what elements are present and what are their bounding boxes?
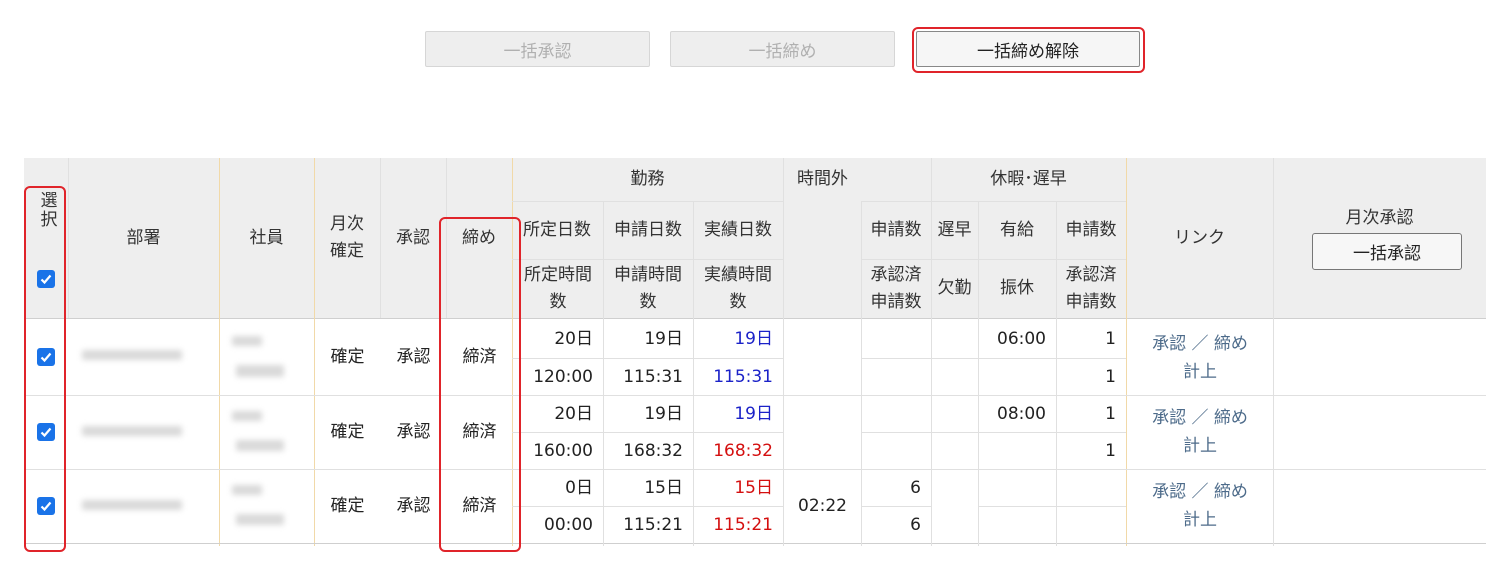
actual-hours: 168:32 (694, 433, 783, 469)
applied-hours: 115:21 (604, 507, 693, 543)
row-select-checkbox[interactable] (37, 423, 55, 441)
monthly-confirm-status: 確定 (315, 319, 380, 395)
bulk-approve-button[interactable]: 一括承認 (425, 31, 650, 67)
header-lv-applications: 申請数 (1065, 219, 1117, 240)
header-monthly-approval: 月次承認 (1345, 208, 1414, 228)
header-applied-days: 申請日数 (614, 219, 682, 240)
leave-approved-applications: 1 (1057, 433, 1126, 469)
close-link[interactable]: 締め (1214, 482, 1248, 502)
row-links: 承認 ／ 締め 計上 (1127, 478, 1273, 534)
applied-hours: 168:32 (604, 433, 693, 469)
select-all-checkbox[interactable] (37, 270, 55, 288)
header-scheduled-days: 所定日数 (523, 219, 591, 240)
header-applied-hours: 申請時間数 (614, 264, 682, 312)
row-links: 承認 ／ 締め 計上 (1127, 330, 1273, 386)
leave-applications: 1 (1057, 321, 1126, 358)
row-links: 承認 ／ 締め 計上 (1127, 404, 1273, 460)
post-link[interactable]: 計上 (1183, 362, 1217, 382)
row-select-checkbox[interactable] (37, 497, 55, 515)
header-work: 勤務 (630, 169, 665, 189)
overtime-applications: 6 (862, 470, 931, 506)
department-name-blurred (82, 350, 182, 360)
employee-name-blurred (232, 411, 262, 421)
header-select: 選択 (36, 191, 57, 229)
header-monthly-confirm: 月次確定 (330, 214, 364, 261)
post-link[interactable]: 計上 (1183, 436, 1217, 456)
approve-link[interactable]: 承認 (1152, 482, 1186, 502)
monthly-confirm-status: 確定 (315, 470, 380, 543)
bulk-close-release-button[interactable]: 一括締め解除 (916, 31, 1140, 67)
approval-status: 承認 (381, 396, 446, 469)
overtime-value: 02:22 (784, 470, 861, 543)
employee-name-blurred (232, 336, 262, 346)
approve-link[interactable]: 承認 (1152, 334, 1186, 354)
header-substitute-holiday: 振休 (1000, 278, 1034, 298)
header-department: 部署 (126, 227, 161, 248)
close-link[interactable]: 締め (1214, 408, 1248, 428)
paid-leave-value: 06:00 (979, 321, 1056, 358)
header-leave-late: 休暇･遅早 (990, 169, 1067, 189)
monthly-confirm-status: 確定 (315, 396, 380, 469)
approval-status: 承認 (381, 319, 446, 395)
header-actual-days: 実績日数 (704, 219, 772, 240)
employee-name-blurred (236, 365, 284, 377)
actual-hours: 115:21 (694, 507, 783, 543)
header-actual-hours: 実績時間数 (704, 264, 772, 312)
row-select-checkbox[interactable] (37, 348, 55, 366)
header-link: リンク (1174, 227, 1225, 248)
post-link[interactable]: 計上 (1183, 510, 1217, 530)
applied-days: 19日 (604, 321, 693, 358)
department-name-blurred (82, 426, 182, 436)
approve-link[interactable]: 承認 (1152, 408, 1186, 428)
link-separator: ／ (1191, 482, 1209, 502)
close-link[interactable]: 締め (1214, 334, 1248, 354)
leave-applications: 1 (1057, 396, 1126, 432)
approval-status: 承認 (381, 470, 446, 543)
header-closing: 締め (462, 227, 496, 248)
leave-approved-applications: 1 (1057, 359, 1126, 395)
attendance-table: 選択 部署 社員 月次確定 承認 締め 勤務 所定日数 申請日数 実績日数 所定… (24, 158, 1486, 546)
scheduled-days: 20日 (513, 321, 603, 358)
overtime-approved-applications: 6 (862, 507, 931, 543)
actual-days: 19日 (694, 321, 783, 358)
monthly-bulk-approve-button[interactable]: 一括承認 (1312, 233, 1462, 270)
actual-hours: 115:31 (694, 359, 783, 395)
header-scheduled-hours: 所定時間数 (524, 264, 592, 312)
department-name-blurred (82, 500, 182, 510)
applied-days: 19日 (604, 396, 693, 432)
scheduled-days: 20日 (513, 396, 603, 432)
closing-status: 締済 (447, 319, 512, 395)
header-absence: 欠勤 (937, 278, 972, 298)
link-separator: ／ (1191, 334, 1209, 354)
header-approval: 承認 (396, 227, 430, 248)
actual-days: 19日 (694, 396, 783, 432)
employee-name-blurred (236, 514, 284, 525)
scheduled-hours: 160:00 (513, 433, 603, 469)
closing-status: 締済 (447, 470, 512, 543)
applied-days: 15日 (604, 470, 693, 506)
header-lv-approved-applications: 承認済申請数 (1065, 264, 1117, 312)
scheduled-hours: 00:00 (513, 507, 603, 543)
paid-leave-value: 08:00 (979, 396, 1056, 432)
applied-hours: 115:31 (604, 359, 693, 395)
header-late: 遅早 (937, 219, 972, 240)
employee-name-blurred (236, 440, 284, 451)
header-overtime: 時間外 (797, 169, 848, 189)
header-paid-leave: 有給 (1000, 219, 1034, 240)
link-separator: ／ (1191, 408, 1209, 428)
scheduled-hours: 120:00 (513, 359, 603, 395)
actual-days: 15日 (694, 470, 783, 506)
header-employee: 社員 (249, 227, 284, 248)
header-ot-applications: 申請数 (870, 219, 922, 240)
scheduled-days: 0日 (513, 470, 603, 506)
bulk-close-button[interactable]: 一括締め (670, 31, 895, 67)
closing-status: 締済 (447, 396, 512, 469)
header-ot-approved-applications: 承認済申請数 (870, 264, 922, 312)
employee-name-blurred (232, 485, 262, 495)
